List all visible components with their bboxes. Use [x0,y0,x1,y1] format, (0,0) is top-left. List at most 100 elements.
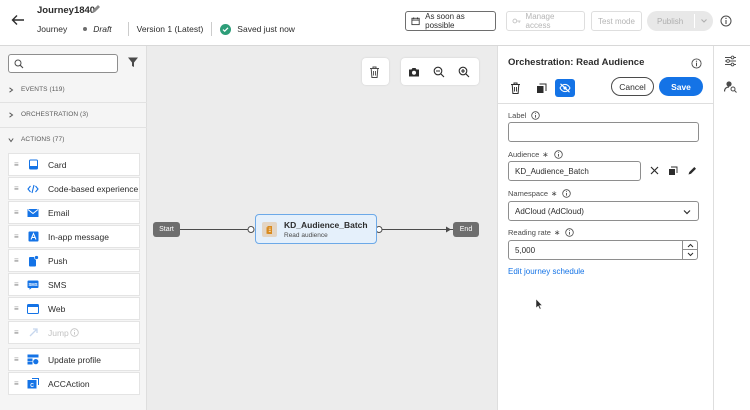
drag-handle-icon[interactable]: ≡ [14,184,24,193]
start-node[interactable]: Start [153,222,180,237]
section-orchestration[interactable]: ORCHESTRATION (3) [8,111,88,118]
section-events[interactable]: EVENTS (119) [8,86,65,93]
chevron-down-icon[interactable] [700,17,708,25]
edit-title-pencil-icon[interactable] [90,3,102,15]
divider [127,22,129,36]
hide-preview-toggle[interactable] [555,79,575,97]
breadcrumb[interactable]: Journey [37,24,67,34]
cancel-button[interactable]: Cancel [611,77,654,96]
filter-icon[interactable] [127,56,139,68]
drag-handle-icon[interactable]: ≡ [14,304,24,313]
audience-value: KD_Audience_Batch [515,166,589,176]
in-app-icon [27,231,39,243]
version-label[interactable]: Version 1 (Latest) [137,24,204,34]
save-button[interactable]: Save [659,77,703,96]
manage-access-label: Manage access [525,12,555,30]
journey-meta: Journey Draft Version 1 (Latest) Saved j… [37,22,295,36]
publish-label: Publish [657,16,684,26]
audience-input[interactable]: KD_Audience_Batch [508,161,641,181]
action-item-email[interactable]: ≡ Email [8,201,140,224]
search-input[interactable] [8,54,118,73]
action-item-web[interactable]: ≡ Web [8,297,140,320]
action-item-code-based-experience[interactable]: ≡ Code-based experience [8,177,140,200]
read-audience-node[interactable]: KD_Audience_Batch Read audience [255,214,377,244]
journey-canvas[interactable]: Start End KD_Audience_Batch Read audienc… [147,46,497,410]
chevron-right-icon [9,111,14,118]
label-field-label: Label [508,111,541,120]
action-item-jump: ≡ Jump [8,321,140,344]
checkmark-circle-icon [220,23,232,35]
manage-access-button[interactable]: Manage access [506,11,585,31]
info-icon[interactable] [553,150,563,159]
action-label: ACCAction [48,378,90,389]
drag-handle-icon[interactable]: ≡ [14,256,24,265]
svg-text:C: C [30,383,34,389]
events-section-label: EVENTS (119) [21,86,65,93]
drag-handle-icon[interactable]: ≡ [14,160,24,169]
action-label: SMS [48,279,67,290]
drag-handle-icon[interactable]: ≡ [14,232,24,241]
info-icon[interactable] [531,111,541,120]
audience-icon [262,222,277,237]
info-icon[interactable] [565,228,574,237]
action-item-sms[interactable]: ≡ SMS SMS [8,273,140,296]
calendar-icon [411,17,420,26]
label-input[interactable] [508,122,699,142]
jump-icon [27,327,39,339]
drag-handle-icon[interactable]: ≡ [14,355,24,364]
action-label: Update profile [48,354,101,365]
node-subtitle: Read audience [284,232,328,239]
action-item-accaction[interactable]: ≡ C ACCAction [8,372,140,395]
actions-section-label: ACTIONS (77) [21,136,65,143]
settings-sliders-icon[interactable] [724,55,737,67]
action-label: Code-based experience [48,183,139,194]
test-mode-button[interactable]: Test mode [591,11,642,31]
action-label: Jump [48,327,69,338]
search-icon [14,59,24,69]
edit-pencil-icon[interactable] [687,166,697,176]
right-rail [714,46,750,410]
push-icon [27,254,39,267]
namespace-select[interactable]: AdCloud (AdCloud) [508,201,699,221]
chevron-up-icon [687,243,693,247]
edit-journey-schedule-link[interactable]: Edit journey schedule [508,267,585,276]
info-icon[interactable] [691,58,702,69]
reading-rate-value: 5,000 [515,245,536,255]
divider [498,103,713,104]
action-item-push[interactable]: ≡ Push [8,249,140,272]
info-icon[interactable] [562,189,572,198]
namespace-value: AdCloud (AdCloud) [515,206,584,216]
delete-activity-button[interactable] [505,79,525,97]
action-label: In-app message [48,231,109,242]
namespace-label-text: Namespace [508,189,549,198]
chevron-right-icon [9,86,14,93]
action-item-in-app-message[interactable]: ≡ In-app message [8,225,140,248]
action-item-update-profile[interactable]: ≡ Update profile [8,348,140,371]
acc-icon: C [27,378,39,390]
schedule-button[interactable]: As soon as possible [405,11,496,31]
divider [694,14,695,28]
increment-button[interactable] [683,241,697,250]
email-icon [27,207,39,219]
label-field-label-text: Label [508,111,527,120]
drag-handle-icon[interactable]: ≡ [14,379,24,388]
decrement-button[interactable] [683,250,697,259]
user-search-icon[interactable] [724,80,737,93]
svg-text:SMS: SMS [28,282,37,287]
schedule-label: As soon as possible [425,12,465,30]
back-arrow-icon[interactable] [10,12,26,28]
end-node[interactable]: End [453,222,479,237]
section-actions[interactable]: ACTIONS (77) [8,136,64,143]
duplicate-button[interactable] [531,79,551,97]
info-icon[interactable] [70,328,79,337]
action-item-card[interactable]: ≡ Card [8,153,140,176]
info-icon[interactable] [720,15,732,27]
drag-handle-icon[interactable]: ≡ [14,208,24,217]
card-icon [27,159,39,171]
required-asterisk: ∗ [551,189,558,198]
clear-icon[interactable] [650,166,659,175]
copy-icon[interactable] [668,166,678,176]
drag-handle-icon[interactable]: ≡ [14,280,24,289]
reading-rate-input[interactable]: 5,000 [508,240,698,260]
publish-button[interactable]: Publish [647,11,713,31]
